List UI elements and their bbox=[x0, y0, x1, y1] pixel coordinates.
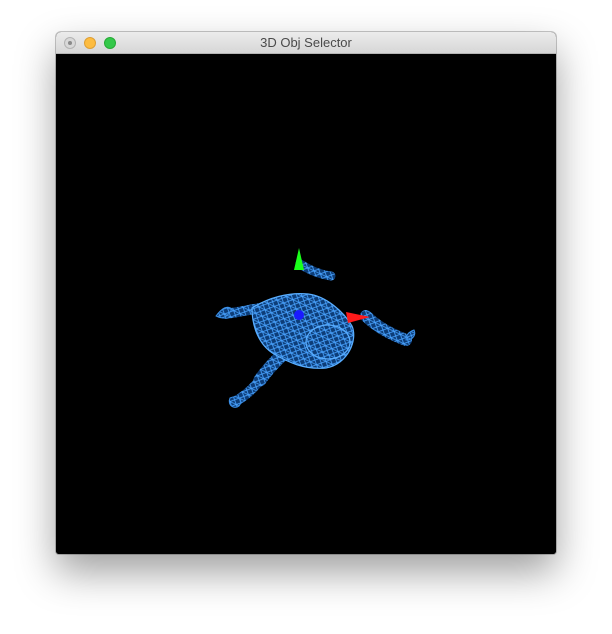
window-title: 3D Obj Selector bbox=[260, 35, 352, 50]
y-axis-arrow bbox=[294, 248, 304, 270]
3d-viewport[interactable] bbox=[56, 54, 556, 554]
frog-right-foreleg bbox=[295, 259, 336, 281]
frog-head bbox=[305, 324, 351, 360]
frog-model[interactable] bbox=[215, 259, 416, 408]
title-bar[interactable]: 3D Obj Selector bbox=[56, 32, 556, 54]
scene-canvas[interactable] bbox=[56, 54, 556, 554]
frog-right-hindleg bbox=[360, 310, 416, 346]
app-window: 3D Obj Selector bbox=[56, 32, 556, 554]
z-axis-marker bbox=[294, 310, 304, 320]
